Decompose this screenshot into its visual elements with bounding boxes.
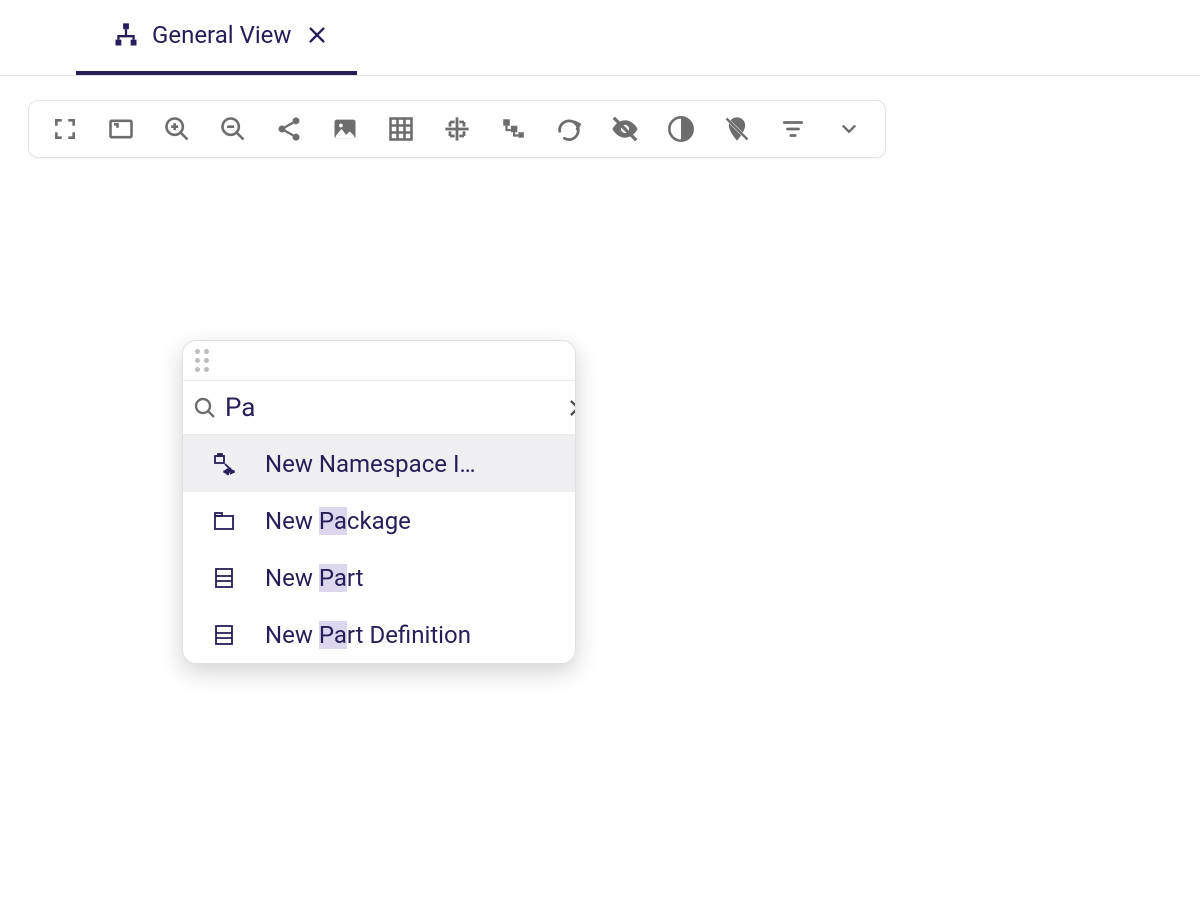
toolbar-container xyxy=(0,76,1200,182)
clear-icon[interactable] xyxy=(567,390,576,426)
palette-results: </> New Namespace I… New Package New xyxy=(183,435,575,663)
share-icon[interactable] xyxy=(273,113,305,145)
fit-screen-icon[interactable] xyxy=(105,113,137,145)
tabbar: General View xyxy=(0,0,1200,76)
pin-off-icon[interactable] xyxy=(721,113,753,145)
filter-icon[interactable] xyxy=(777,113,809,145)
palette-item-label: New Namespace I… xyxy=(265,450,476,478)
close-icon[interactable] xyxy=(303,21,331,49)
grid-icon[interactable] xyxy=(385,113,417,145)
tab-general-view[interactable]: General View xyxy=(76,0,357,75)
palette-search-row xyxy=(183,381,575,435)
image-icon[interactable] xyxy=(329,113,361,145)
zoom-in-icon[interactable] xyxy=(161,113,193,145)
palette-item-namespace[interactable]: </> New Namespace I… xyxy=(183,435,575,492)
zoom-out-icon[interactable] xyxy=(217,113,249,145)
palette-item-label: New Package xyxy=(265,507,411,535)
toolbar xyxy=(28,100,886,158)
snap-icon[interactable] xyxy=(441,113,473,145)
palette-item-package[interactable]: New Package xyxy=(183,492,575,549)
redo-icon[interactable] xyxy=(553,113,585,145)
tree-icon[interactable] xyxy=(497,113,529,145)
fullscreen-icon[interactable] xyxy=(49,113,81,145)
palette-drag-handle[interactable] xyxy=(183,341,575,381)
visibility-off-icon[interactable] xyxy=(609,113,641,145)
part-icon xyxy=(211,565,237,591)
palette-item-part[interactable]: New Part xyxy=(183,549,575,606)
svg-text:</>: </> xyxy=(224,468,234,476)
part-icon xyxy=(211,622,237,648)
creation-palette: </> New Namespace I… New Package New xyxy=(182,340,576,664)
folder-icon xyxy=(211,508,237,534)
chevron-down-icon[interactable] xyxy=(833,113,865,145)
contrast-icon[interactable] xyxy=(665,113,697,145)
tab-label: General View xyxy=(152,21,291,49)
palette-item-label: New Part Definition xyxy=(265,621,471,649)
namespace-icon: </> xyxy=(211,451,237,477)
palette-search-input[interactable] xyxy=(217,393,567,423)
palette-item-part-definition[interactable]: New Part Definition xyxy=(183,606,575,663)
sitemap-icon xyxy=(112,21,140,49)
search-icon xyxy=(193,394,217,422)
palette-item-label: New Part xyxy=(265,564,364,592)
drag-dots-icon xyxy=(195,349,209,372)
